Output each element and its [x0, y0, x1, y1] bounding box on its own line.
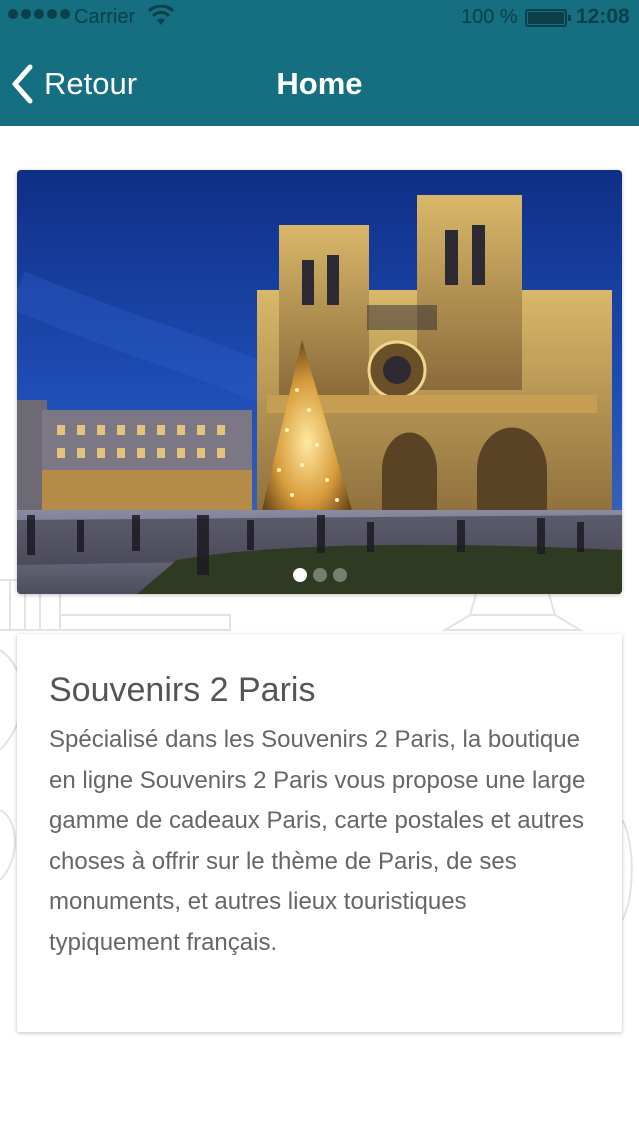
carousel-dot-3[interactable]: [332, 568, 347, 582]
carousel-dot-1[interactable]: [292, 568, 307, 582]
carrier-name: Carrier: [74, 6, 136, 28]
card-description: Spécialisé dans les Souvenirs 2 Paris, l…: [49, 726, 586, 956]
status-bar: Carrier 100 % 12:08: [0, 0, 639, 36]
carousel-dot-2[interactable]: [312, 568, 327, 582]
wifi-icon: [148, 5, 174, 25]
image-carousel[interactable]: [17, 170, 622, 594]
page-title: Home: [276, 66, 363, 101]
status-time: 12:08: [576, 5, 630, 28]
signal-strength-icon: [8, 9, 70, 19]
info-card: Souvenirs 2 Paris Spécialisé dans les So…: [17, 634, 622, 1032]
screen: Carrier 100 % 12:08 Retour Home Souvenir…: [0, 0, 639, 1136]
battery-percentage: 100 %: [461, 6, 518, 28]
header: Carrier 100 % 12:08 Retour Home: [0, 0, 639, 126]
card-title: Souvenirs 2 Paris: [49, 671, 316, 709]
carousel-pagination: [17, 568, 622, 582]
nav-bar: Retour Home: [0, 36, 639, 126]
battery-icon: [525, 9, 571, 27]
carousel-image: [17, 170, 622, 594]
